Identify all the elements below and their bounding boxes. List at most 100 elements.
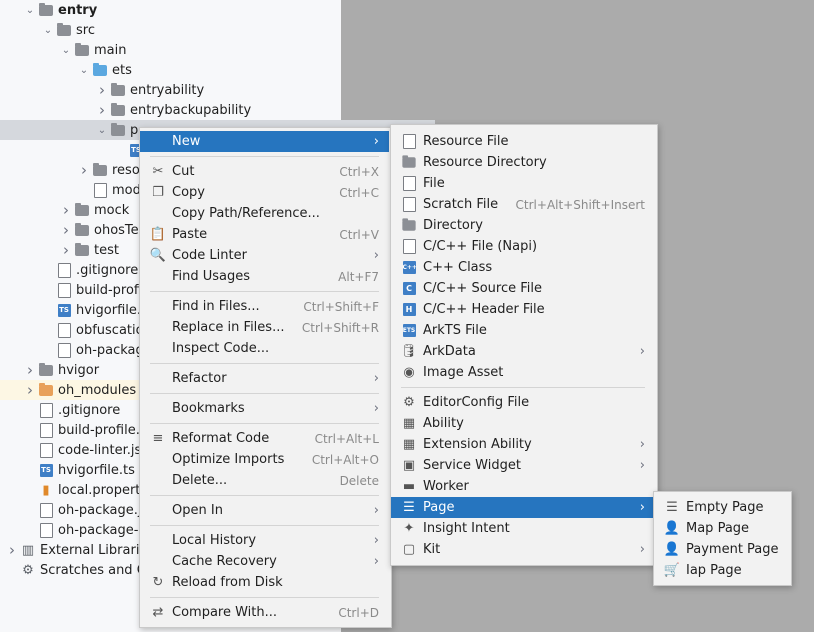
- file-icon: [56, 282, 72, 298]
- menu-item-delete[interactable]: Delete... Delete: [140, 470, 389, 491]
- menu-item-cut[interactable]: ✂ Cut Ctrl+X: [140, 161, 389, 182]
- menu-item-page[interactable]: ☰ Page ›: [391, 497, 655, 518]
- tree-row-label: build-profi: [76, 282, 143, 298]
- menu-item-directory[interactable]: Directory: [391, 215, 655, 236]
- menu-item-iap-page[interactable]: 🛒 Iap Page: [654, 560, 789, 581]
- chevron-down-icon[interactable]: ⌄: [22, 0, 38, 20]
- menu-item-shortcut: Ctrl+Alt+O: [311, 452, 379, 467]
- tree-row-label: hvigor: [58, 362, 100, 378]
- menu-item-service-widget[interactable]: ▣ Service Widget ›: [391, 455, 655, 476]
- menu-item-c-c-source-file[interactable]: C C/C++ Source File: [391, 278, 655, 299]
- chevron-right-icon[interactable]: ›: [4, 540, 20, 560]
- blank-icon: [150, 452, 166, 468]
- menu-item-label: Directory: [423, 218, 483, 233]
- menu-item-open-in[interactable]: Open In ›: [140, 500, 389, 521]
- file-icon: [401, 134, 417, 150]
- submenu-arrow-icon: ›: [373, 134, 379, 149]
- chevron-down-icon[interactable]: ⌄: [40, 20, 56, 40]
- menu-item-label: Resource Directory: [423, 155, 547, 170]
- menu-item-shortcut: Alt+F7: [338, 269, 379, 284]
- menu-item-inspect-code[interactable]: Inspect Code...: [140, 338, 389, 359]
- blank-icon: [150, 554, 166, 570]
- tree-row-label: Scratches and Co: [40, 562, 154, 578]
- blank-icon: [150, 371, 166, 387]
- menu-item-arkts-file[interactable]: ETS ArkTS File: [391, 320, 655, 341]
- chevron-right-icon[interactable]: ›: [94, 80, 110, 100]
- menu-item-c-c-file-napi[interactable]: C/C++ File (Napi): [391, 236, 655, 257]
- menu-item-scratch-file[interactable]: Scratch File Ctrl+Alt+Shift+Insert: [391, 194, 655, 215]
- tree-row[interactable]: ⌄ entry: [0, 0, 363, 20]
- menu-item-paste[interactable]: 📋 Paste Ctrl+V: [140, 224, 389, 245]
- chevron-right-icon[interactable]: ›: [76, 160, 92, 180]
- menu-item-label: Find Usages: [172, 269, 251, 284]
- menu-item-c-class[interactable]: C++ C++ Class: [391, 257, 655, 278]
- tree-row[interactable]: ⌄ ets: [0, 60, 417, 80]
- submenu-arrow-icon: ›: [639, 500, 645, 515]
- menu-item-local-history[interactable]: Local History ›: [140, 530, 389, 551]
- menu-item-copy-path-reference[interactable]: Copy Path/Reference...: [140, 203, 389, 224]
- menu-item-label: Refactor: [172, 371, 227, 386]
- menu-item-map-page[interactable]: 👤 Map Page: [654, 518, 789, 539]
- chevron-right-icon[interactable]: ›: [58, 200, 74, 220]
- menu-item-payment-page[interactable]: 👤 Payment Page: [654, 539, 789, 560]
- chevron-right-icon[interactable]: ›: [58, 240, 74, 260]
- menu-item-extension-ability[interactable]: ▦ Extension Ability ›: [391, 434, 655, 455]
- menu-item-worker[interactable]: ▬ Worker: [391, 476, 655, 497]
- menu-item-label: Scratch File: [423, 197, 499, 212]
- menu-item-label: Paste: [172, 227, 208, 242]
- tree-row-label: ohosTe: [94, 222, 139, 238]
- menu-item-empty-page[interactable]: ☰ Empty Page: [654, 497, 789, 518]
- menu-item-compare-with[interactable]: ⇄ Compare With... Ctrl+D: [140, 602, 389, 623]
- menu-item-ability[interactable]: ▦ Ability: [391, 413, 655, 434]
- menu-item-file[interactable]: File: [391, 173, 655, 194]
- menu-item-reformat-code[interactable]: ≡ Reformat Code Ctrl+Alt+L: [140, 428, 389, 449]
- tree-row-label: .gitignore: [76, 262, 139, 278]
- chevron-down-icon[interactable]: ⌄: [58, 40, 74, 60]
- tree-row-label: code-linter.jsc: [58, 442, 149, 458]
- menu-item-shortcut: Ctrl+Alt+Shift+Insert: [515, 197, 645, 212]
- menu-item-label: ArkTS File: [423, 323, 487, 338]
- chevron-right-icon[interactable]: ›: [94, 100, 110, 120]
- folder-icon: [74, 222, 90, 238]
- menu-separator: [150, 156, 379, 157]
- menu-item-insight-intent[interactable]: ✦ Insight Intent: [391, 518, 655, 539]
- menu-item-optimize-imports[interactable]: Optimize Imports Ctrl+Alt+O: [140, 449, 389, 470]
- menu-item-refactor[interactable]: Refactor ›: [140, 368, 389, 389]
- chevron-right-icon[interactable]: ›: [58, 220, 74, 240]
- menu-item-arkdata[interactable]: 🛢 ArkData ›: [391, 341, 655, 362]
- chevron-down-icon[interactable]: ⌄: [94, 120, 110, 140]
- menu-item-replace-in-files[interactable]: Replace in Files... Ctrl+Shift+R: [140, 317, 389, 338]
- menu-item-find-usages[interactable]: Find Usages Alt+F7: [140, 266, 389, 287]
- menu-item-kit[interactable]: ▢ Kit ›: [391, 539, 655, 560]
- blank-icon: [150, 473, 166, 489]
- chevron-right-icon[interactable]: ›: [22, 380, 38, 400]
- menu-item-copy[interactable]: ❐ Copy Ctrl+C: [140, 182, 389, 203]
- menu-item-code-linter[interactable]: 🔍 Code Linter ›: [140, 245, 389, 266]
- menu-item-new[interactable]: New ›: [140, 131, 389, 152]
- menu-item-c-c-header-file[interactable]: H C/C++ Header File: [391, 299, 655, 320]
- menu-separator: [150, 363, 379, 364]
- menu-item-resource-file[interactable]: Resource File: [391, 131, 655, 152]
- menu-item-image-asset[interactable]: ◉ Image Asset: [391, 362, 655, 383]
- tree-row[interactable]: ⌄ src: [0, 20, 381, 40]
- tree-row[interactable]: › entrybackupability: [0, 100, 435, 120]
- tree-row[interactable]: ⌄ main: [0, 40, 399, 60]
- menu-item-label: Page: [423, 500, 455, 515]
- menu-separator: [150, 393, 379, 394]
- menu-item-bookmarks[interactable]: Bookmarks ›: [140, 398, 389, 419]
- submenu-arrow-icon: ›: [373, 554, 379, 569]
- 🔍-icon: 🔍: [149, 248, 167, 263]
- menu-item-reload-from-disk[interactable]: ↻ Reload from Disk: [140, 572, 389, 593]
- menu-item-cache-recovery[interactable]: Cache Recovery ›: [140, 551, 389, 572]
- chevron-right-icon[interactable]: ›: [22, 360, 38, 380]
- menu-item-label: Image Asset: [423, 365, 504, 380]
- tree-row[interactable]: › entryability: [0, 80, 435, 100]
- folder-icon: [401, 218, 417, 234]
- menu-item-shortcut: Ctrl+Shift+F: [303, 299, 379, 314]
- menu-item-resource-directory[interactable]: Resource Directory: [391, 152, 655, 173]
- menu-item-editorconfig-file[interactable]: ⚙ EditorConfig File: [391, 392, 655, 413]
- chevron-down-icon[interactable]: ⌄: [76, 60, 92, 80]
- submenu-arrow-icon: ›: [373, 533, 379, 548]
- menu-separator: [150, 495, 379, 496]
- menu-item-find-in-files[interactable]: Find in Files... Ctrl+Shift+F: [140, 296, 389, 317]
